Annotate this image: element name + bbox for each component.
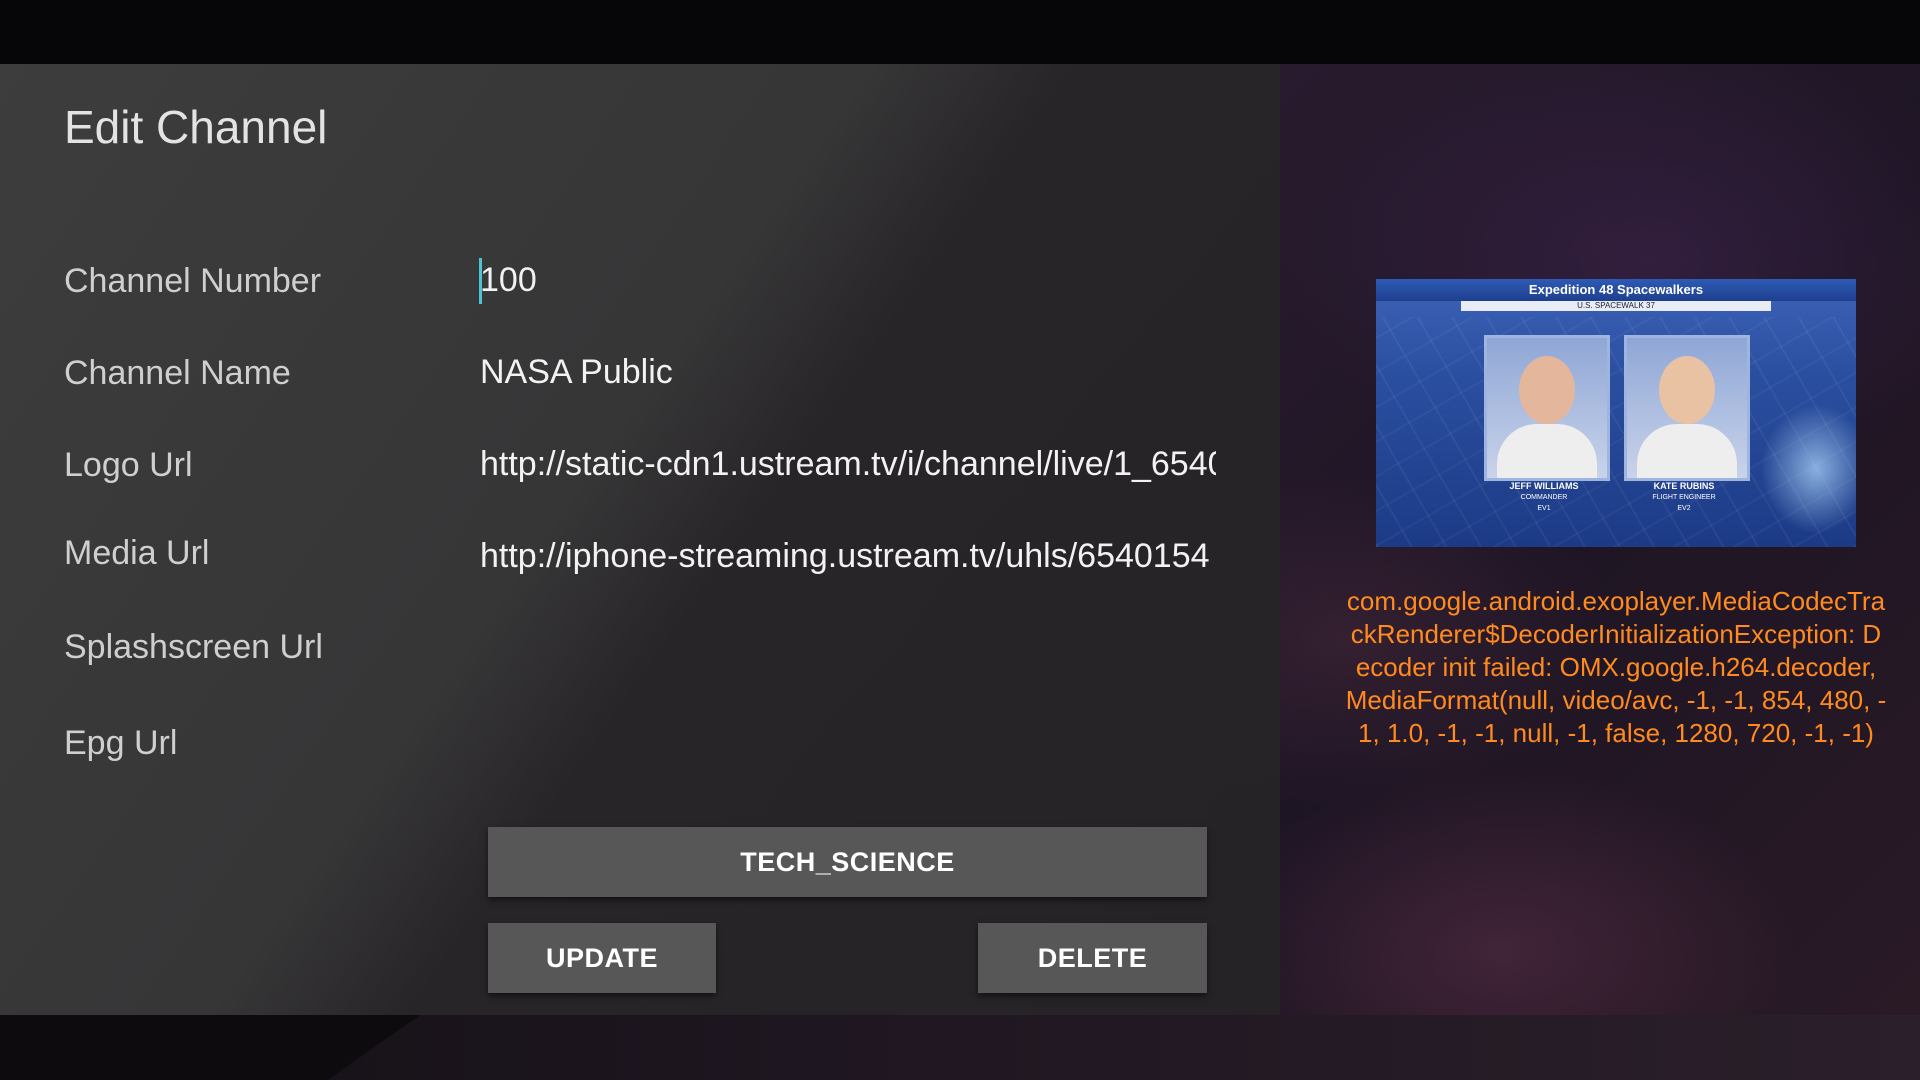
astronaut-portrait-2 — [1624, 335, 1750, 481]
astronaut-tag: EV2 — [1677, 505, 1691, 512]
splashscreen-url-label: Splashscreen Url — [64, 628, 323, 666]
astronaut-role: FLIGHT ENGINEER — [1652, 494, 1716, 501]
playback-error-message: com.google.android.exoplayer.MediaCodecT… — [1345, 586, 1887, 748]
astronaut-suit — [1637, 424, 1737, 478]
astronaut-caption-2: KATE RUBINS FLIGHT ENGINEER EV2 — [1619, 481, 1749, 514]
astronaut-name: KATE RUBINS — [1653, 481, 1715, 491]
delete-button[interactable]: DELETE — [978, 923, 1207, 993]
astronaut-role: COMMANDER — [1520, 494, 1568, 501]
logo-url-input[interactable] — [480, 442, 1216, 486]
video-preview[interactable]: Expedition 48 Spacewalkers U.S. SPACEWAL… — [1376, 279, 1856, 547]
astronaut-tag: EV1 — [1537, 505, 1551, 512]
epg-url-label: Epg Url — [64, 724, 178, 762]
channel-name-input[interactable] — [480, 350, 1216, 394]
preview-earth-glow — [1756, 399, 1856, 539]
splashscreen-url-input[interactable] — [480, 624, 1216, 668]
astronaut-suit — [1497, 424, 1597, 478]
epg-url-input[interactable] — [480, 720, 1216, 764]
channel-number-input[interactable] — [480, 258, 1216, 302]
media-url-label: Media Url — [64, 534, 210, 572]
channel-name-label: Channel Name — [64, 354, 291, 392]
genre-button[interactable]: TECH_SCIENCE — [488, 827, 1207, 897]
preview-subheader: U.S. SPACEWALK 37 — [1461, 301, 1771, 311]
media-url-input[interactable] — [480, 534, 1216, 578]
dialog-title: Edit Channel — [64, 101, 328, 153]
astronaut-name: JEFF WILLIAMS — [1509, 481, 1579, 491]
astronaut-portrait-1 — [1484, 335, 1610, 481]
channel-number-label: Channel Number — [64, 262, 322, 300]
top-bar-dark — [0, 0, 1920, 64]
preview-header: Expedition 48 Spacewalkers — [1376, 279, 1856, 301]
astronaut-face — [1659, 356, 1715, 424]
astronaut-face — [1519, 356, 1575, 424]
astronaut-caption-1: JEFF WILLIAMS COMMANDER EV1 — [1479, 481, 1609, 514]
logo-url-label: Logo Url — [64, 446, 193, 484]
edit-channel-panel: Edit Channel Channel Number Channel Name… — [0, 64, 1280, 1015]
update-button[interactable]: UPDATE — [488, 923, 716, 993]
